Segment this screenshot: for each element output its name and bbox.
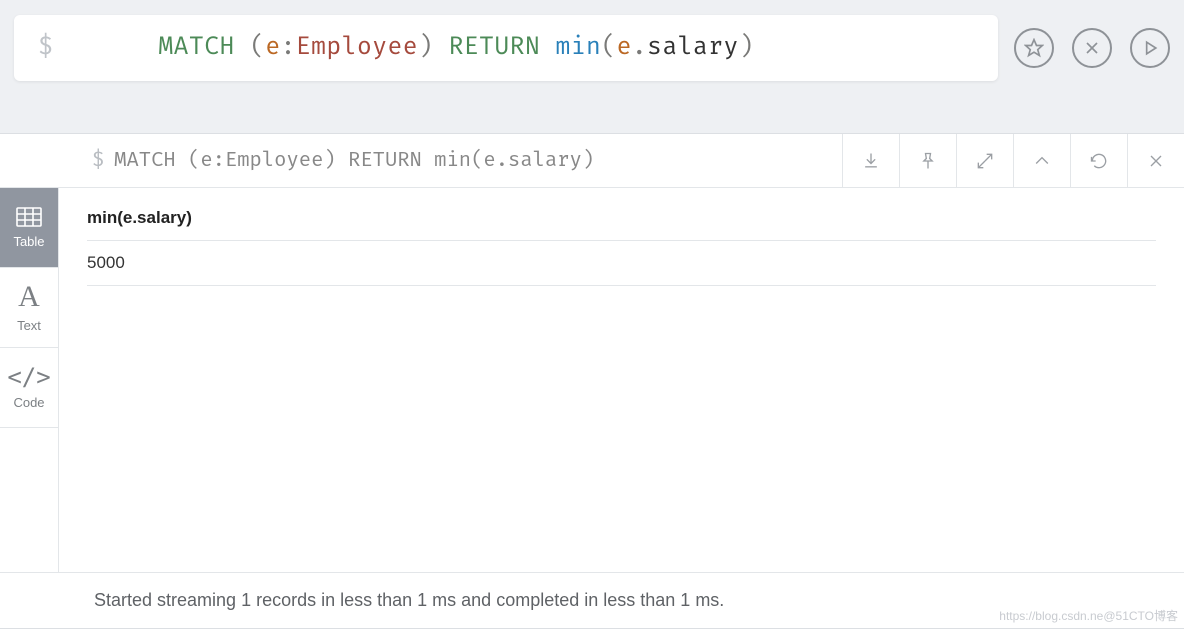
result-frame: $MATCH (e:Employee) RETURN min(e.salary) bbox=[0, 133, 1184, 629]
watermark: https://blog.csdn.ne@51CTO博客 bbox=[999, 607, 1178, 624]
download-icon bbox=[861, 151, 881, 171]
favorite-button[interactable] bbox=[1014, 28, 1054, 68]
query-editor[interactable]: $ MATCH (e:Employee) RETURN min(e.salary… bbox=[14, 15, 998, 81]
tab-code[interactable]: </> Code bbox=[0, 348, 58, 428]
text-icon: A bbox=[18, 282, 40, 312]
x-icon bbox=[1082, 38, 1102, 58]
rerun-button[interactable] bbox=[1070, 134, 1127, 187]
column-header: min(e.salary) bbox=[87, 194, 1156, 241]
tab-label: Code bbox=[13, 395, 44, 410]
tab-label: Table bbox=[13, 234, 44, 249]
table-icon bbox=[16, 206, 42, 228]
tab-text[interactable]: A Text bbox=[0, 268, 58, 348]
star-icon bbox=[1024, 38, 1044, 58]
tab-label: Text bbox=[17, 318, 41, 333]
table-row: 5000 bbox=[87, 241, 1156, 286]
result-body: Table A Text </> Code min(e.salary) 5000 bbox=[0, 188, 1184, 572]
query-editor-bar: $ MATCH (e:Employee) RETURN min(e.salary… bbox=[0, 0, 1184, 95]
chevron-up-icon bbox=[1032, 151, 1052, 171]
pin-button[interactable] bbox=[899, 134, 956, 187]
result-header: $MATCH (e:Employee) RETURN min(e.salary) bbox=[0, 134, 1184, 188]
editor-prompt: $ bbox=[38, 33, 53, 62]
result-table: min(e.salary) 5000 bbox=[87, 194, 1156, 286]
play-icon bbox=[1140, 38, 1160, 58]
expand-icon bbox=[975, 151, 995, 171]
close-icon bbox=[1146, 151, 1166, 171]
download-button[interactable] bbox=[842, 134, 899, 187]
executed-query: $MATCH (e:Employee) RETURN min(e.salary) bbox=[0, 125, 842, 197]
pin-icon bbox=[918, 151, 938, 171]
status-text: Started streaming 1 records in less than… bbox=[94, 590, 724, 611]
refresh-icon bbox=[1089, 151, 1109, 171]
cell-value: 5000 bbox=[87, 241, 1156, 286]
collapse-button[interactable] bbox=[1013, 134, 1070, 187]
tab-table[interactable]: Table bbox=[0, 188, 58, 268]
query-syntax: MATCH (e:Employee) RETURN min(e.salary) bbox=[67, 4, 754, 91]
close-result-button[interactable] bbox=[1127, 134, 1184, 187]
result-table-area: min(e.salary) 5000 bbox=[59, 188, 1184, 572]
editor-actions bbox=[1014, 28, 1170, 68]
clear-button[interactable] bbox=[1072, 28, 1112, 68]
run-button[interactable] bbox=[1130, 28, 1170, 68]
result-footer: Started streaming 1 records in less than… bbox=[0, 572, 1184, 628]
result-toolbar bbox=[842, 134, 1184, 187]
code-icon: </> bbox=[7, 365, 50, 389]
expand-button[interactable] bbox=[956, 134, 1013, 187]
view-tabs: Table A Text </> Code bbox=[0, 188, 59, 572]
